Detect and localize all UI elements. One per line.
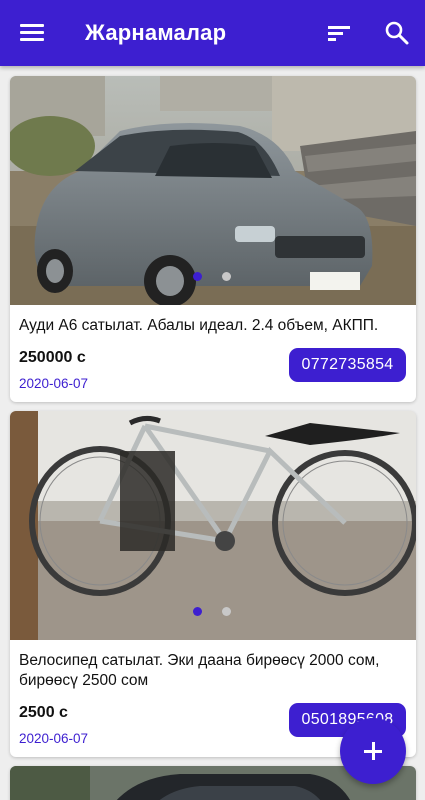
listing-description: Ауди А6 сатылат. Абалы идеал. 2.4 объем,… bbox=[19, 317, 379, 334]
page-title: Жарнамалар bbox=[85, 20, 227, 45]
sort-icon[interactable] bbox=[328, 24, 352, 44]
listing-price: 2500 с bbox=[19, 704, 68, 721]
pager-dot-active[interactable] bbox=[193, 607, 202, 616]
listing-card[interactable]: Ауди А6 сатылат. Абалы идеал. 2.4 объем,… bbox=[10, 76, 416, 402]
listing-description: Велосипед сатылат. Эки даана бирөөсү 200… bbox=[19, 652, 380, 689]
listing-photo-bicycle[interactable] bbox=[10, 411, 416, 640]
photo-pager bbox=[193, 272, 231, 281]
listing-date: 2020-06-07 bbox=[19, 731, 89, 746]
listing-photo-car[interactable] bbox=[10, 76, 416, 305]
listing-card[interactable]: Велосипед сатылат. Эки даана бирөөсү 200… bbox=[10, 411, 416, 757]
photo-pager bbox=[193, 607, 231, 616]
search-icon[interactable] bbox=[384, 20, 410, 46]
listing-date: 2020-06-07 bbox=[19, 376, 89, 391]
menu-icon[interactable] bbox=[20, 22, 46, 44]
app-bar: Жарнамалар bbox=[0, 0, 425, 66]
pager-dot-active[interactable] bbox=[193, 272, 202, 281]
listing-price: 250000 с bbox=[19, 349, 86, 366]
call-phone-button[interactable]: 0772735854 bbox=[289, 348, 406, 382]
add-listing-button[interactable] bbox=[340, 718, 406, 784]
pager-dot[interactable] bbox=[222, 607, 231, 616]
pager-dot[interactable] bbox=[222, 272, 231, 281]
